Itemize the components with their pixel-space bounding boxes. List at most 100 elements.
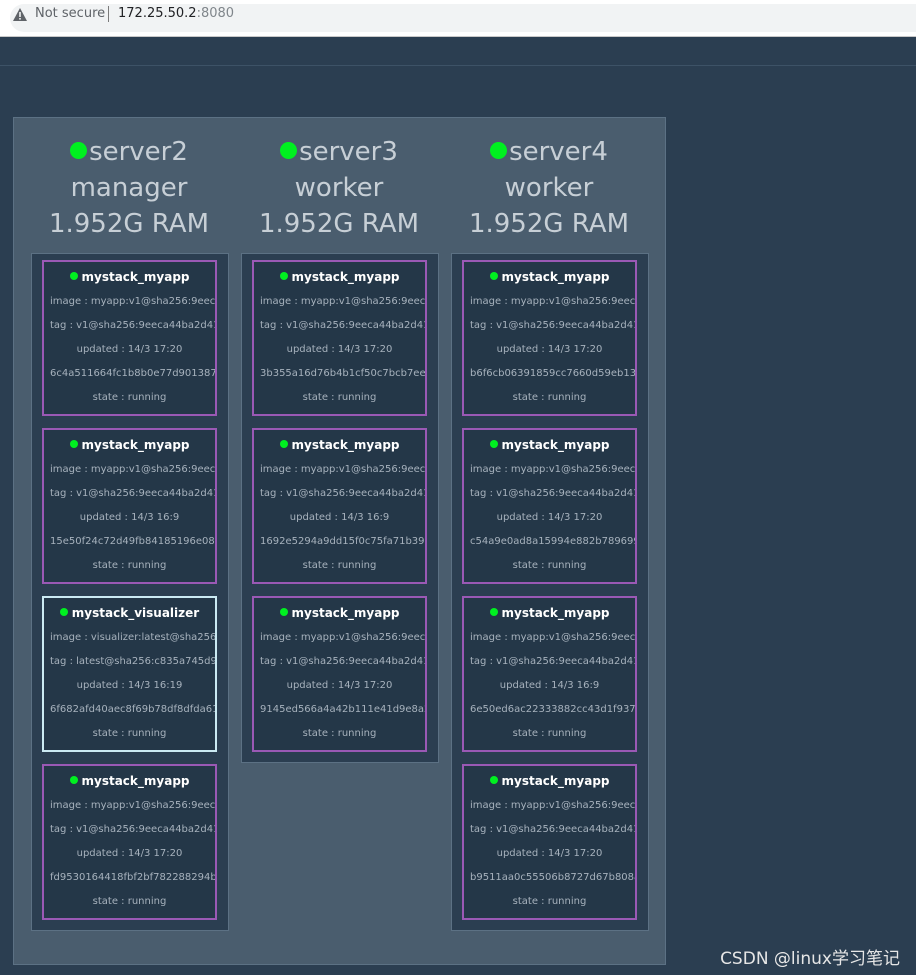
task-tag: tag : v1@sha256:9eeca44ba2d410e5 <box>470 824 635 835</box>
task-name: mystack_myapp <box>291 270 400 284</box>
task-id: c54a9e0ad8a15994e882b789699223 <box>470 536 635 547</box>
swarm-cluster-panel: server2 manager 1.952G RAM mystack_myapp ima… <box>13 117 666 965</box>
node-name-line: server4 <box>444 134 654 170</box>
task-image: image : myapp:v1@sha256:9eeca44ba2d410e5 <box>260 632 425 643</box>
task-image: image : myapp:v1@sha256:9eeca44ba2d410e5 <box>470 800 635 811</box>
task-status-dot-icon <box>489 440 498 448</box>
node-column-server2: mystack_myappimage : myapp:v1@sha256:9ee… <box>31 253 229 931</box>
task-updated: updated : 14/3 16:9 <box>289 512 390 523</box>
task-image: image : myapp:v1@sha256:9eeca44ba2d410e5 <box>470 464 635 475</box>
task-tag: tag : v1@sha256:9eeca44ba2d410e5 <box>470 320 635 331</box>
task-name: mystack_myapp <box>81 438 190 452</box>
task-id: fd9530164418fbf2bf782288294badb <box>50 872 215 883</box>
task-image: image : myapp:v1@sha256:9eeca44ba2d410e5 <box>50 296 215 307</box>
task-name-line: mystack_myapp <box>44 270 215 284</box>
task-image: image : myapp:v1@sha256:9eeca44ba2d410e5 <box>470 296 635 307</box>
task-state: state : running <box>512 560 587 571</box>
task-state: state : running <box>512 896 587 907</box>
task-name-line: mystack_myapp <box>464 774 635 788</box>
task-card[interactable]: mystack_myappimage : myapp:v1@sha256:9ee… <box>462 260 637 416</box>
task-updated: updated : 14/3 17:20 <box>496 344 603 355</box>
task-id: 6e50ed6ac22333882cc43d1f9379f72 <box>470 704 635 715</box>
task-image: image : visualizer:latest@sha256:c835a74… <box>50 632 215 643</box>
node-name-line: server3 <box>234 134 444 170</box>
task-image: image : myapp:v1@sha256:9eeca44ba2d410e5 <box>260 296 425 307</box>
task-state: state : running <box>92 728 167 739</box>
task-status-dot-icon <box>279 608 288 616</box>
task-state: state : running <box>512 392 587 403</box>
node-column-server4: mystack_myappimage : myapp:v1@sha256:9ee… <box>451 253 649 931</box>
url-host: 172.25.50.2 <box>118 6 197 21</box>
security-status-label[interactable]: Not secure <box>35 6 105 21</box>
task-name: mystack_myapp <box>501 270 610 284</box>
task-updated: updated : 14/3 16:9 <box>79 512 180 523</box>
url-text[interactable]: 172.25.50.2:8080 <box>118 6 234 21</box>
task-id: 9145ed566a4a42b111e41d9e8a236 <box>260 704 425 715</box>
task-name-line: mystack_myapp <box>464 270 635 284</box>
node-column-server3: mystack_myappimage : myapp:v1@sha256:9ee… <box>241 253 439 763</box>
task-card[interactable]: mystack_myappimage : myapp:v1@sha256:9ee… <box>462 596 637 752</box>
task-name: mystack_myapp <box>501 438 610 452</box>
url-divider <box>108 6 109 22</box>
task-status-dot-icon <box>489 776 498 784</box>
task-card[interactable]: mystack_myappimage : myapp:v1@sha256:9ee… <box>252 596 427 752</box>
task-tag: tag : latest@sha256:c835a745d99ce <box>50 656 215 667</box>
task-status-dot-icon <box>69 776 78 784</box>
task-tag: tag : v1@sha256:9eeca44ba2d410e5 <box>470 488 635 499</box>
task-name: mystack_myapp <box>81 270 190 284</box>
node-ram: 1.952G RAM <box>468 209 630 239</box>
task-card[interactable]: mystack_myappimage : myapp:v1@sha256:9ee… <box>42 260 217 416</box>
task-status-dot-icon <box>489 272 498 280</box>
task-image: image : myapp:v1@sha256:9eeca44ba2d410e5 <box>50 464 215 475</box>
task-name: mystack_visualizer <box>71 606 200 620</box>
task-name: mystack_myapp <box>501 774 610 788</box>
task-status-dot-icon <box>59 608 68 616</box>
task-name-line: mystack_myapp <box>44 438 215 452</box>
task-tag: tag : v1@sha256:9eeca44ba2d410e5 <box>50 488 215 499</box>
task-name: mystack_myapp <box>291 438 400 452</box>
task-tag: tag : v1@sha256:9eeca44ba2d410e5 <box>470 656 635 667</box>
task-name-line: mystack_visualizer <box>44 606 215 620</box>
task-card[interactable]: mystack_myappimage : myapp:v1@sha256:9ee… <box>462 428 637 584</box>
node-status-dot-icon <box>70 142 88 159</box>
task-status-dot-icon <box>489 608 498 616</box>
task-id: b6f6cb06391859cc7660d59eb135f55 <box>470 368 635 379</box>
task-name-line: mystack_myapp <box>254 270 425 284</box>
task-image: image : myapp:v1@sha256:9eeca44ba2d410e5 <box>260 464 425 475</box>
task-tag: tag : v1@sha256:9eeca44ba2d410e5 <box>260 656 425 667</box>
task-state: state : running <box>512 728 587 739</box>
task-updated: updated : 14/3 17:20 <box>76 344 183 355</box>
task-tag: tag : v1@sha256:9eeca44ba2d410e5 <box>50 320 215 331</box>
task-name-line: mystack_myapp <box>254 438 425 452</box>
warning-triangle-icon[interactable] <box>13 8 27 21</box>
node-role: manager <box>70 173 188 203</box>
task-image: image : myapp:v1@sha256:9eeca44ba2d410e5 <box>470 632 635 643</box>
node-header-server3: server3 worker 1.952G RAM <box>234 134 444 242</box>
task-state: state : running <box>92 560 167 571</box>
node-status-dot-icon <box>490 142 508 159</box>
task-tag: tag : v1@sha256:9eeca44ba2d410e5 <box>260 320 425 331</box>
task-card[interactable]: mystack_myapp image : myapp:v1@sha256:9ee… <box>42 764 217 920</box>
task-card[interactable]: mystack_myappimage : myapp:v1@sha256:9ee… <box>252 260 427 416</box>
task-updated: updated : 14/3 17:20 <box>76 848 183 859</box>
task-updated: updated : 14/3 17:20 <box>286 680 393 691</box>
task-name: mystack_myapp <box>501 606 610 620</box>
task-card[interactable]: mystack_myappimage : myapp:v1@sha256:9ee… <box>42 428 217 584</box>
task-card[interactable]: mystack_visualizerimage : visualizer:lat… <box>42 596 217 752</box>
task-card[interactable]: mystack_myappimage : myapp:v1@sha256:9ee… <box>462 764 637 920</box>
task-id: 6f682afd40aec8f69b78df8dfda61cf1 <box>50 704 215 715</box>
task-id: 15e50f24c72d49fb84185196e08def8 <box>50 536 215 547</box>
task-name-line: mystack_myapp <box>464 438 635 452</box>
task-updated: updated : 14/3 17:20 <box>286 344 393 355</box>
task-status-dot-icon <box>69 440 78 448</box>
task-updated: updated : 14/3 16:19 <box>76 680 183 691</box>
task-id: 3b355a16d76b4b1cf50c7bcb7eed0c <box>260 368 425 379</box>
task-updated: updated : 14/3 17:20 <box>496 848 603 859</box>
url-port: :8080 <box>196 6 235 21</box>
task-name-line: mystack_myapp <box>44 774 215 788</box>
task-name: mystack_myapp <box>291 606 400 620</box>
task-card[interactable]: mystack_myappimage : myapp:v1@sha256:9ee… <box>252 428 427 584</box>
task-status-dot-icon <box>279 272 288 280</box>
task-name-line: mystack_myapp <box>464 606 635 620</box>
task-status-dot-icon <box>69 272 78 280</box>
